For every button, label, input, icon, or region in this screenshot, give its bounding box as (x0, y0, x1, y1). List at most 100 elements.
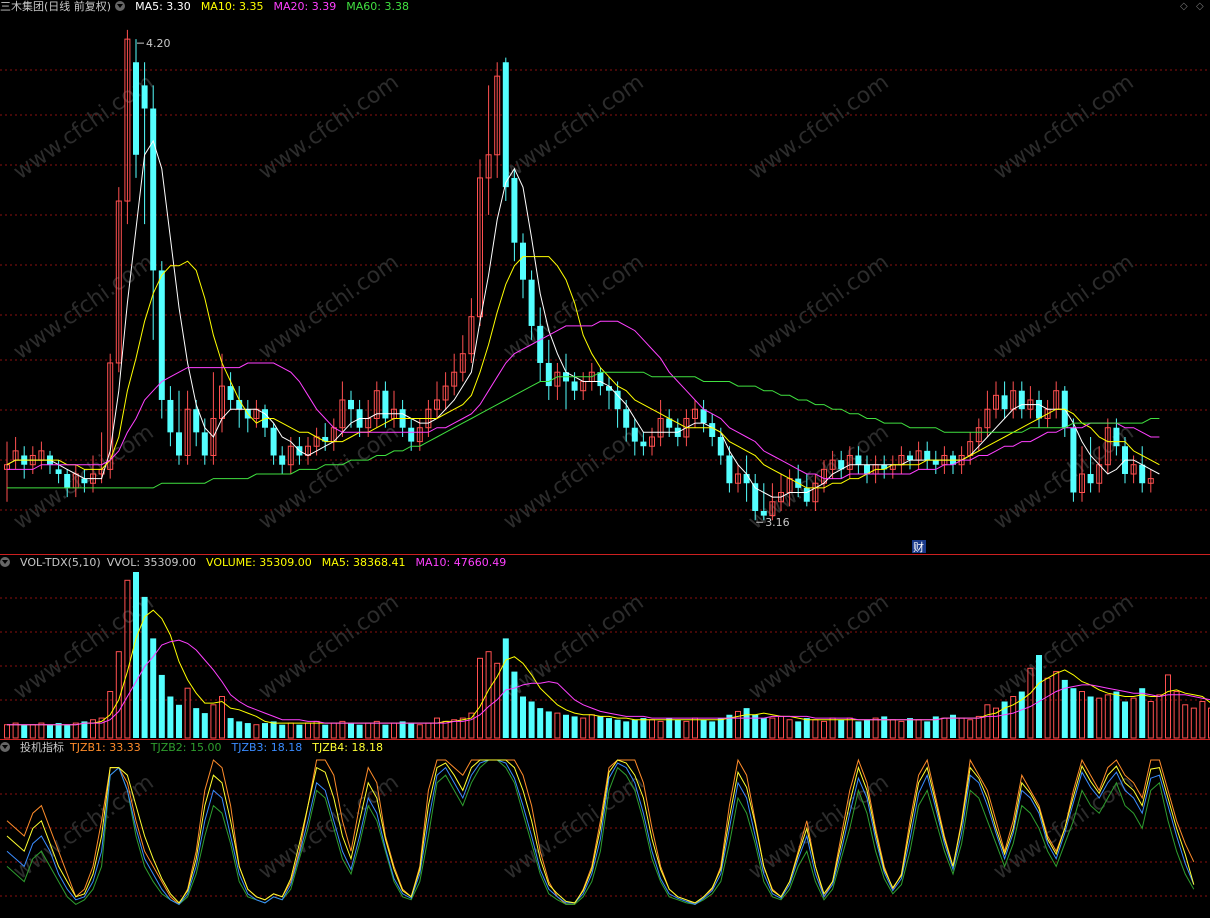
candle-body (348, 399, 354, 410)
volume-bar (666, 718, 673, 738)
candle-body (520, 242, 526, 280)
candle-body (528, 279, 535, 326)
volume-bar (1087, 696, 1094, 738)
volume-bar (975, 715, 982, 739)
volume-bar (1053, 671, 1060, 739)
finance-badge-label: 财 (913, 540, 924, 554)
volume-bar (270, 721, 277, 738)
volume-bar (778, 715, 784, 739)
candle-body (537, 325, 544, 363)
volume-bar (485, 651, 492, 739)
candle-body (382, 390, 389, 419)
volume-bar (829, 717, 836, 739)
candle-body (270, 427, 277, 456)
volume-bar (717, 718, 724, 738)
volume-bar (442, 720, 449, 739)
volume-bar (554, 712, 561, 739)
volume-bar (227, 718, 234, 738)
volume-bar (855, 721, 862, 738)
volume-bar (468, 712, 475, 739)
volume-bar (872, 717, 879, 739)
volume-bar (528, 701, 535, 738)
watermark-text: www.cfchi.com (254, 70, 403, 185)
volume-bar (941, 717, 948, 739)
volume-bar (606, 718, 612, 738)
volume-bar (313, 720, 320, 739)
volume-bar (339, 720, 346, 739)
candle-body (1001, 395, 1008, 410)
volume-bar (167, 696, 174, 738)
volume-bar (21, 724, 28, 738)
volume-bar (382, 724, 389, 738)
volume-bar (1165, 674, 1171, 739)
volume-bar (1044, 677, 1051, 739)
volume-bar (1147, 700, 1154, 739)
volume-bar (210, 704, 217, 739)
volume-bar (193, 708, 200, 738)
volume-bar (545, 711, 552, 738)
volume-bar (743, 708, 750, 738)
candle-body (167, 399, 174, 433)
volume-bar (812, 719, 819, 739)
candle-body (924, 450, 931, 461)
candle-body (502, 62, 509, 188)
volume-bar (425, 722, 432, 739)
volume-bar (416, 724, 423, 739)
volume-bar (674, 719, 681, 738)
volume-bar (279, 724, 286, 738)
candle-body (571, 381, 578, 391)
candle-body (631, 427, 638, 442)
candle-body (81, 478, 88, 484)
volume-bar (451, 719, 458, 739)
watermark-text: www.cfchi.com (499, 70, 648, 185)
watermark-text: www.cfchi.com (9, 250, 158, 365)
volume-bar (502, 638, 509, 738)
watermark-text: www.cfchi.com (254, 250, 403, 365)
volume-bar (1079, 691, 1085, 739)
volume-bar (1104, 694, 1111, 739)
volume-bar (305, 722, 311, 739)
volume-bar (64, 724, 71, 738)
volume-bar (571, 716, 578, 738)
volume-bar (786, 719, 793, 739)
volume-bar (287, 722, 294, 739)
volume-bar (597, 716, 604, 738)
candle-body (1070, 427, 1077, 493)
candle-body (597, 372, 604, 387)
volume-bar (477, 657, 483, 739)
volume-bar (511, 671, 518, 738)
candle-body (236, 399, 243, 410)
volume-bar (296, 724, 303, 738)
volume-bar (924, 721, 931, 738)
candle-body (1087, 473, 1094, 484)
volume-bar (1113, 691, 1120, 738)
stock-chart[interactable]: www.cfchi.com www.cfchi.com www.cfchi.com w… (0, 0, 1210, 918)
volume-bar (158, 674, 165, 738)
volume-bar (1182, 704, 1189, 739)
volume-bar (709, 721, 716, 738)
candle-body (717, 436, 724, 456)
volume-bar (614, 719, 621, 738)
volume-bar (769, 717, 776, 739)
candle-body (640, 441, 647, 447)
watermark-text: www.cfchi.com (744, 770, 893, 885)
volume-bar (1199, 700, 1206, 739)
volume-bar (1036, 655, 1042, 738)
volume-bar (262, 723, 268, 738)
volume-bar (365, 722, 372, 739)
volume-bar (356, 724, 363, 738)
candle-body (150, 108, 157, 271)
volume-bar (588, 714, 595, 739)
candle-body (279, 455, 286, 465)
price-annotation-label: 4.20 (146, 37, 171, 50)
candle-body (932, 460, 939, 465)
candle-body (907, 455, 913, 461)
volume-bar (889, 719, 896, 739)
volume-bar (244, 723, 251, 738)
volume-bar (38, 722, 45, 739)
candle-body (709, 423, 716, 437)
candle-body (1018, 390, 1025, 410)
candle-body (141, 85, 148, 109)
watermark-text: www.cfchi.com (744, 70, 893, 185)
volume-bar (520, 696, 526, 738)
